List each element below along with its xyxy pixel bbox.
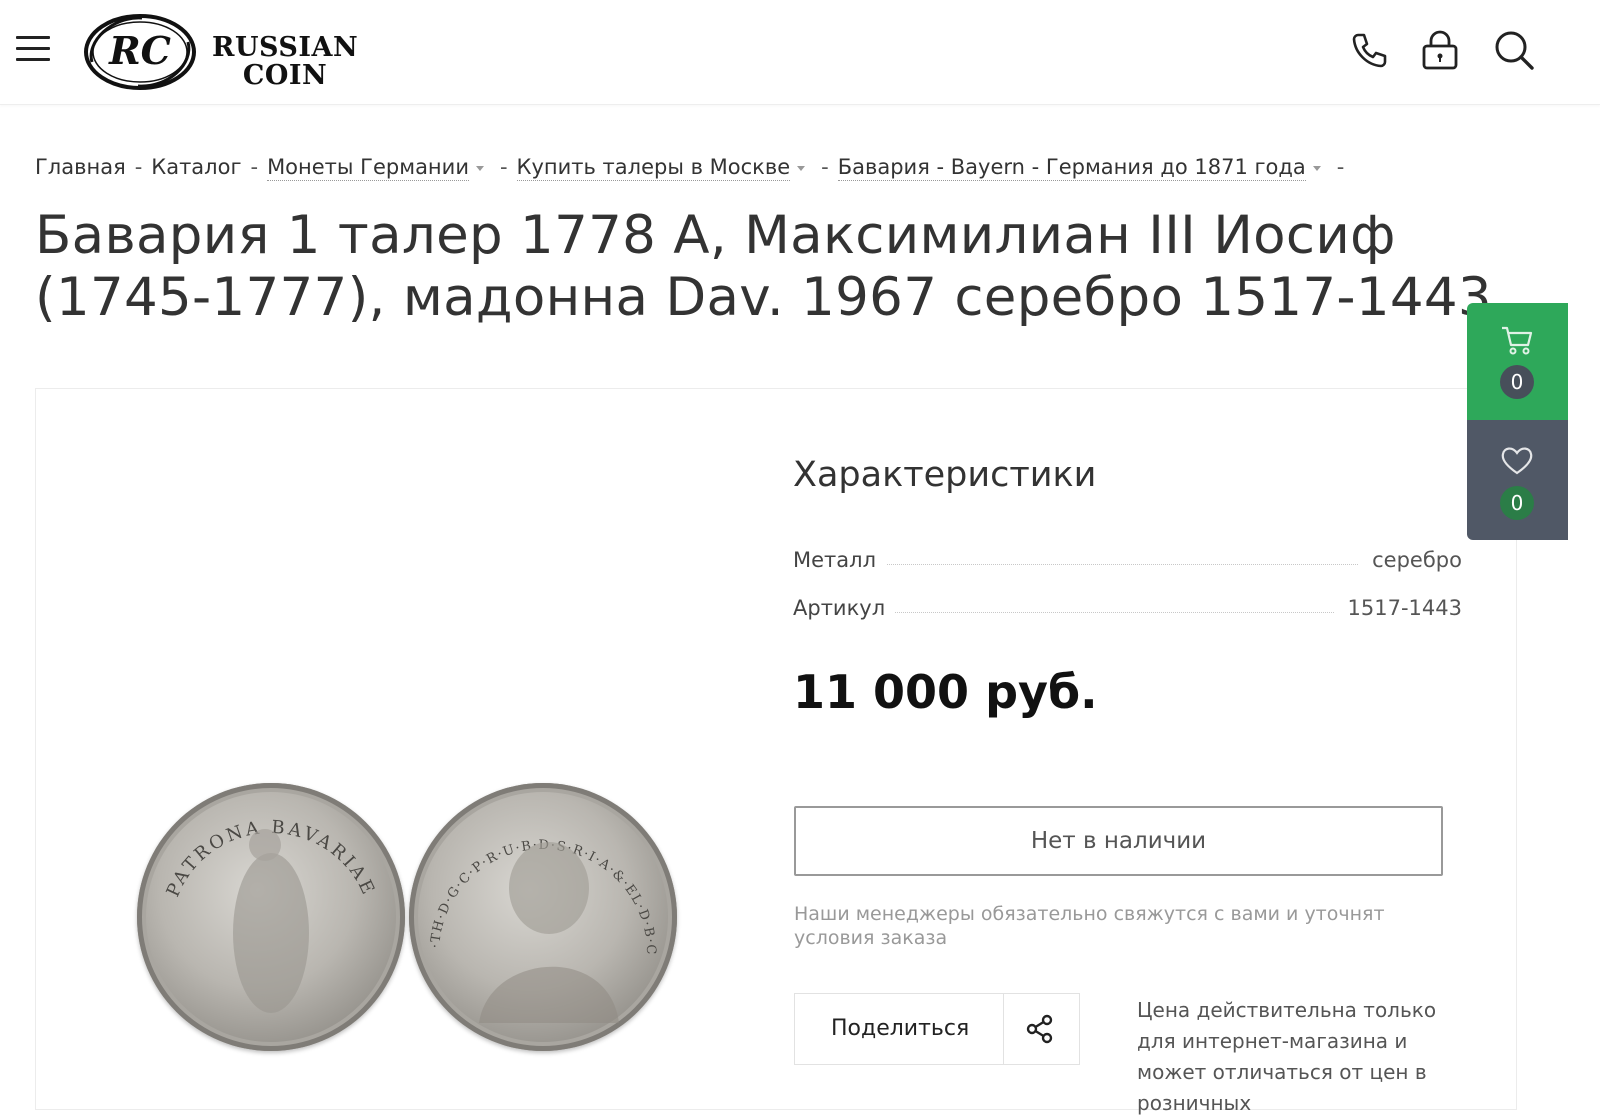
- out-of-stock-button[interactable]: Нет в наличии: [794, 806, 1443, 876]
- breadcrumb-item-catalog[interactable]: Каталог: [151, 155, 241, 179]
- breadcrumb-item-german-coins[interactable]: Монеты Германии: [267, 155, 484, 181]
- coin-reverse-image: CAR·TH·D·G·C·P·R·U·B·D·S·R·I·A·&·EL·D·B·…: [409, 783, 677, 1051]
- phone-icon[interactable]: [1345, 28, 1389, 72]
- spec-value: серебро: [1358, 548, 1462, 572]
- cart-icon: [1502, 326, 1533, 355]
- share-button[interactable]: Поделиться: [794, 993, 1080, 1065]
- breadcrumb-item-bavaria[interactable]: Бавария - Bayern - Германия до 1871 года: [837, 155, 1321, 181]
- product-image[interactable]: PATRONA BAVARIAE CAR·TH·D·G·C·P·R·U·B·D·…: [137, 783, 677, 1053]
- spec-key: Металл: [793, 548, 886, 572]
- price-validity-note: Цена действительна только для интернет-м…: [1137, 998, 1437, 1115]
- favorites-button[interactable]: 0: [1467, 420, 1568, 540]
- logo-text: RUSSIAN COIN: [212, 34, 358, 90]
- chevron-down-icon: [1312, 165, 1321, 171]
- spec-key: Артикул: [793, 596, 896, 620]
- lock-icon[interactable]: [1418, 28, 1462, 72]
- logo-line2: COIN: [242, 60, 328, 91]
- page-title: Бавария 1 талер 1778 A, Максимилиан III …: [35, 205, 1492, 328]
- site-logo[interactable]: RC RUSSIAN COIN: [82, 12, 358, 94]
- search-icon[interactable]: [1492, 28, 1536, 72]
- spec-row-metal: Металл серебро: [793, 548, 1462, 578]
- cart-count-badge: 0: [1500, 365, 1534, 399]
- favorites-count-badge: 0: [1500, 486, 1534, 520]
- breadcrumb: Главная - Каталог - Монеты Германии - Купить т…: [35, 155, 1345, 181]
- spec-value: 1517-1443: [1333, 596, 1462, 620]
- coin-obverse-image: PATRONA BAVARIAE: [137, 783, 405, 1051]
- share-icon: [1026, 1014, 1053, 1044]
- cart-button[interactable]: 0: [1467, 303, 1568, 420]
- share-label: Поделиться: [831, 1016, 970, 1041]
- logo-monogram: RC: [108, 28, 171, 73]
- chevron-down-icon: [475, 165, 484, 171]
- breadcrumb-item-home[interactable]: Главная: [35, 155, 126, 179]
- spec-row-sku: Артикул 1517-1443: [793, 596, 1462, 626]
- breadcrumb-item-thalers-moscow[interactable]: Купить талеры в Москве: [516, 155, 806, 181]
- menu-icon[interactable]: [16, 34, 50, 62]
- specs-title: Характеристики: [793, 455, 1097, 495]
- order-note: Наши менеджеры обязательно свяжутся с ва…: [794, 903, 1385, 949]
- product-price: 11 000 руб.: [793, 665, 1098, 719]
- logo-emblem: RC: [84, 14, 196, 90]
- heart-icon: [1501, 447, 1533, 475]
- chevron-down-icon: [797, 165, 806, 171]
- side-widget: 0 0: [1467, 303, 1568, 540]
- logo-line1: RUSSIAN: [212, 32, 359, 63]
- site-header: RC RUSSIAN COIN: [0, 0, 1600, 105]
